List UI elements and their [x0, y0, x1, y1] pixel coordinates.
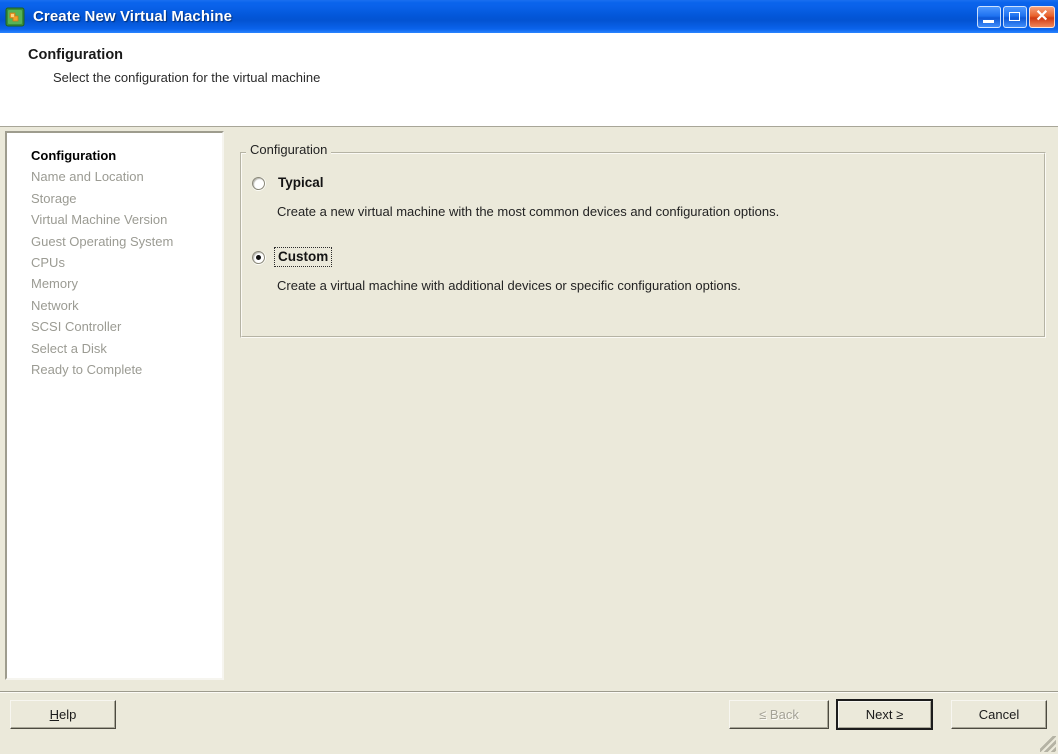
resize-grip-icon[interactable]	[1040, 736, 1056, 752]
typical-radio-button[interactable]	[252, 177, 265, 190]
close-icon: ✕	[1035, 7, 1049, 25]
cancel-button[interactable]: Cancel	[951, 700, 1047, 729]
wizard-steps-sidebar: Configuration Name and Location Storage …	[5, 131, 224, 680]
sidebar-item-select-a-disk[interactable]: Select a Disk	[7, 338, 222, 359]
page-subtitle: Select the configuration for the virtual…	[53, 70, 321, 85]
next-label: Next ≥	[865, 707, 904, 722]
next-button[interactable]: Next ≥	[836, 699, 933, 730]
close-button[interactable]: ✕	[1029, 5, 1055, 28]
main-content-panel: Configuration Typical Create a new virtu…	[232, 131, 1054, 680]
maximize-button[interactable]	[1003, 5, 1027, 28]
custom-radio-button[interactable]	[252, 251, 265, 264]
virtual-machine-icon	[5, 7, 25, 26]
title-bar[interactable]: Create New Virtual Machine ✕	[0, 0, 1058, 33]
minimize-button[interactable]	[977, 5, 1001, 28]
back-button[interactable]: ≤ Back	[729, 700, 829, 729]
sidebar-item-guest-operating-system[interactable]: Guest Operating System	[7, 231, 222, 252]
custom-label[interactable]: Custom	[273, 247, 333, 267]
sidebar-item-ready-to-complete[interactable]: Ready to Complete	[7, 359, 222, 380]
cancel-label: Cancel	[978, 707, 1020, 722]
sidebar-item-virtual-machine-version[interactable]: Virtual Machine Version	[7, 209, 222, 230]
sidebar-item-name-and-location[interactable]: Name and Location	[7, 166, 222, 187]
typical-label[interactable]: Typical	[275, 174, 327, 192]
page-title: Configuration	[28, 47, 124, 63]
help-mnemonic: H	[49, 707, 60, 722]
help-button[interactable]: Help	[10, 700, 116, 729]
window-controls: ✕	[977, 5, 1055, 28]
groupbox-legend: Configuration	[246, 143, 332, 157]
radio-option-custom[interactable]: Custom	[252, 247, 333, 267]
create-new-virtual-machine-dialog: Create New Virtual Machine ✕ Configurati…	[0, 0, 1058, 754]
footer-separator	[0, 691, 1058, 693]
back-label: ≤ Back	[759, 707, 799, 722]
sidebar-item-configuration[interactable]: Configuration	[7, 145, 222, 166]
typical-description: Create a new virtual machine with the mo…	[277, 204, 780, 219]
help-label-rest: elp	[59, 707, 77, 722]
sidebar-item-memory[interactable]: Memory	[7, 273, 222, 294]
sidebar-item-network[interactable]: Network	[7, 295, 222, 316]
configuration-groupbox	[240, 152, 1046, 338]
sidebar-item-scsi-controller[interactable]: SCSI Controller	[7, 316, 222, 337]
radio-option-typical[interactable]: Typical	[252, 174, 327, 192]
dialog-header: Configuration Select the configuration f…	[0, 33, 1058, 127]
groupbox-inner-bevel	[241, 153, 1045, 337]
sidebar-item-storage[interactable]: Storage	[7, 188, 222, 209]
sidebar-item-cpus[interactable]: CPUs	[7, 252, 222, 273]
window-title: Create New Virtual Machine	[33, 8, 233, 25]
custom-description: Create a virtual machine with additional…	[277, 278, 741, 293]
